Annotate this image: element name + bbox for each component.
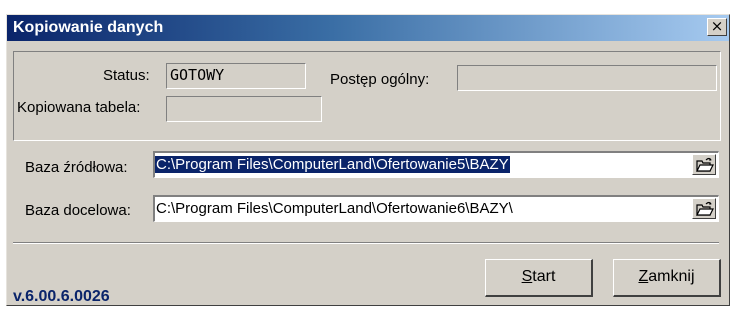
open-folder-icon (696, 201, 714, 216)
close-button[interactable]: Zamknij (613, 259, 721, 297)
progress-field (457, 65, 717, 91)
copy-dialog: Kopiowanie danych × Status: GOTOWY Postę… (6, 14, 730, 306)
status-label: Status: (103, 67, 150, 84)
progress-label: Postęp ogólny: (330, 71, 430, 88)
close-icon[interactable]: × (707, 18, 727, 36)
target-db-input[interactable]: C:\Program Files\ComputerLand\Ofertowani… (153, 195, 719, 222)
start-button[interactable]: Start (485, 259, 593, 297)
copied-table-field (166, 96, 322, 122)
source-db-input[interactable]: C:\Program Files\ComputerLand\Ofertowani… (153, 151, 719, 178)
window-title: Kopiowanie danych (13, 19, 164, 36)
version-text: v.6.00.6.0026 (13, 288, 110, 305)
separator (13, 242, 719, 244)
source-browse-button[interactable] (692, 154, 716, 175)
status-field: GOTOWY (166, 63, 306, 89)
copied-table-label: Kopiowana tabela: (17, 99, 141, 116)
target-db-label: Baza docelowa: (25, 202, 131, 219)
target-browse-button[interactable] (692, 198, 716, 219)
source-db-value: C:\Program Files\ComputerLand\Ofertowani… (155, 156, 510, 173)
open-folder-icon (696, 157, 714, 172)
title-bar[interactable]: Kopiowanie danych × (7, 15, 729, 41)
source-db-label: Baza źródłowa: (25, 159, 128, 176)
target-db-value: C:\Program Files\ComputerLand\Ofertowani… (156, 200, 513, 217)
